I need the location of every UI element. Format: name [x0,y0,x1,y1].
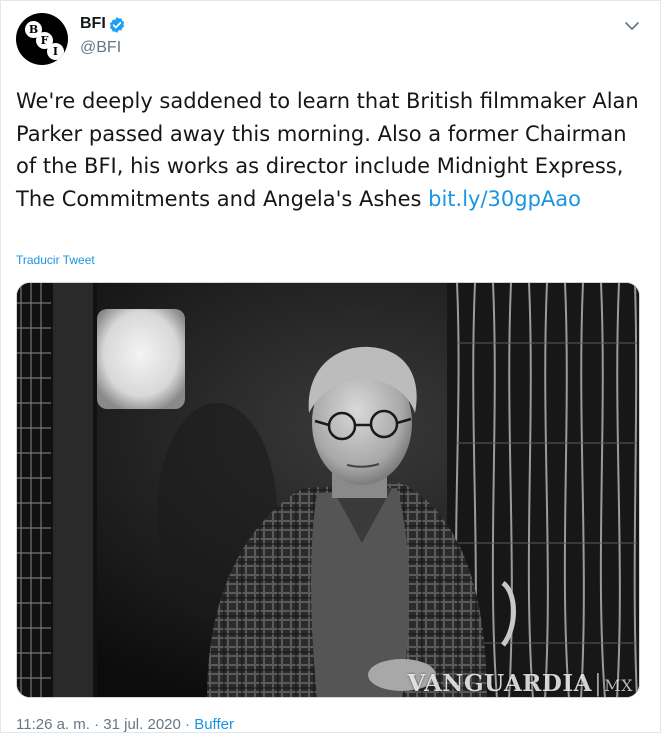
verified-badge-icon [109,17,125,33]
tweet-link[interactable]: bit.ly/30gpAao [428,187,581,211]
meta-separator: · [89,716,104,733]
tweet-time[interactable]: 11:26 a. m. [16,716,90,733]
watermark-suffix: MX [604,676,633,695]
watermark-separator: | [593,671,603,697]
photo-illustration [17,283,639,697]
tweet-date[interactable]: 31 jul. 2020 [103,716,181,733]
avatar-letter-i: I [47,43,64,60]
avatar[interactable]: B F I [16,13,68,65]
tweet-text: We're deeply saddened to learn that Brit… [16,85,646,215]
tweet-meta: 11:26 a. m. · 31 jul. 2020 · Buffer [16,716,234,733]
tweet-source[interactable]: Buffer [194,716,234,733]
watermark-main: VANGUARDIA [407,670,592,697]
translate-tweet-link[interactable]: Traducir Tweet [16,253,95,267]
chevron-down-icon[interactable] [623,17,641,35]
account-handle[interactable]: @BFI [80,39,121,57]
meta-separator: · [180,716,195,733]
tweet-photo[interactable]: VANGUARDIA| MX [16,282,640,698]
vanguardia-watermark: VANGUARDIA| MX [408,670,633,697]
display-name[interactable]: BFI [80,15,106,33]
